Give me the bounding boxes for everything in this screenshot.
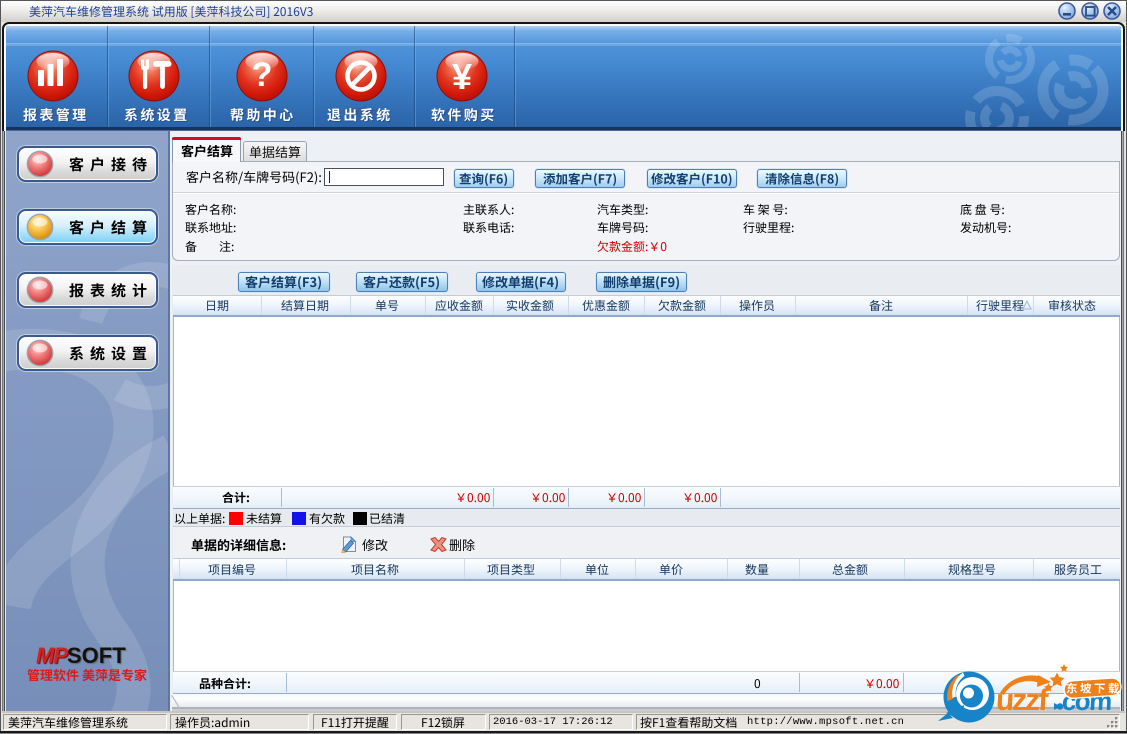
svg-text:¥: ¥: [452, 56, 472, 97]
svg-text:uzzf: uzzf: [995, 684, 1050, 717]
svg-text:?: ?: [252, 56, 273, 94]
